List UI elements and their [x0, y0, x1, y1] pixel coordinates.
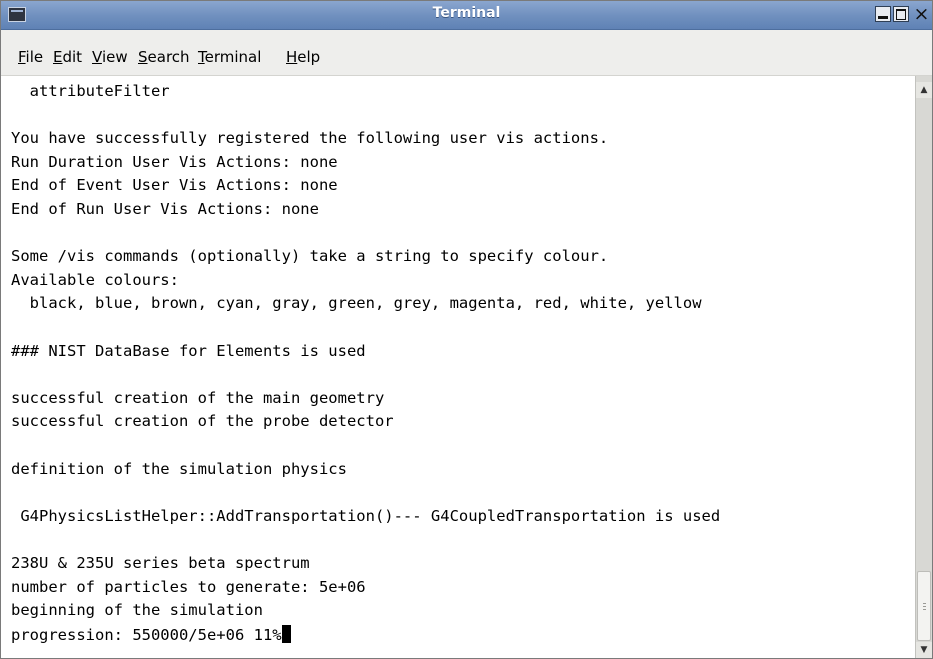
text-cursor	[281, 624, 291, 643]
menu-label: iew	[101, 48, 128, 66]
menu-mnemonic: F	[18, 48, 26, 66]
grip-line	[923, 609, 926, 610]
menu-mnemonic: V	[92, 48, 102, 66]
menu-label: earch	[147, 48, 190, 66]
terminal-line: successful creation of the probe detecto…	[11, 412, 394, 431]
menu-file[interactable]: File	[18, 48, 43, 66]
menu-label: ile	[25, 48, 44, 66]
terminal-line: successful creation of the main geometry	[11, 388, 385, 407]
terminal-line: Some /vis commands (optionally) take a s…	[11, 247, 609, 266]
terminal-line: ### NIST DataBase for Elements is used	[11, 341, 366, 360]
menu-bar: File Edit View Search Terminal Help	[1, 30, 932, 76]
menu-search[interactable]: Search	[138, 48, 190, 66]
menu-edit[interactable]: Edit	[53, 48, 82, 66]
title-bar[interactable]: Terminal ×	[1, 1, 932, 30]
scroll-down-arrow-icon[interactable]: ▼	[916, 642, 932, 658]
maximize-button[interactable]	[893, 6, 909, 22]
terminal-line: Available colours:	[11, 270, 179, 289]
window-title: Terminal	[432, 5, 501, 21]
terminal-line: definition of the simulation physics	[11, 459, 347, 478]
terminal-line: You have successfully registered the fol…	[11, 129, 609, 148]
terminal-line: 238U & 235U series beta spectrum	[11, 554, 310, 572]
terminal-line: Run Duration User Vis Actions: none	[11, 152, 338, 171]
minimize-button[interactable]	[875, 6, 891, 22]
terminal-line: End of Event User Vis Actions: none	[11, 176, 338, 195]
terminal-output[interactable]: attributeFilter You have successfully reg…	[2, 76, 915, 658]
menu-mnemonic: S	[138, 48, 148, 66]
menu-mnemonic: H	[286, 48, 298, 66]
grip-line	[923, 606, 926, 607]
terminal-window: Terminal × File Edit View Search Terminal Hel…	[0, 0, 933, 659]
terminal-line: beginning of the simulation	[11, 601, 263, 620]
terminal-line: black, blue, brown, cyan, gray, green, g…	[11, 294, 702, 313]
menu-label: elp	[297, 48, 321, 66]
menu-label: erminal	[204, 48, 262, 66]
terminal-line: attributeFilter	[11, 82, 170, 100]
grip-line	[923, 603, 926, 604]
vertical-scrollbar[interactable]: ▲ ▼	[915, 76, 932, 658]
scrollbar-thumb[interactable]	[917, 571, 931, 641]
menu-view[interactable]: View	[92, 48, 128, 66]
close-icon: ×	[913, 3, 930, 25]
terminal-line: progression: 550000/5e+06 11%	[11, 624, 291, 644]
scroll-up-arrow-icon[interactable]: ▲	[916, 82, 932, 98]
terminal-line: G4PhysicsListHelper::AddTransportation()…	[11, 506, 721, 525]
menu-label: dit	[62, 48, 83, 66]
terminal-line: End of Run User Vis Actions: none	[11, 200, 319, 218]
menu-terminal[interactable]: Terminal	[198, 48, 261, 66]
terminal-line: number of particles to generate: 5e+06	[11, 577, 366, 596]
menu-mnemonic: T	[198, 48, 205, 66]
menu-help[interactable]: Help	[286, 48, 320, 66]
close-button[interactable]: ×	[911, 3, 932, 25]
